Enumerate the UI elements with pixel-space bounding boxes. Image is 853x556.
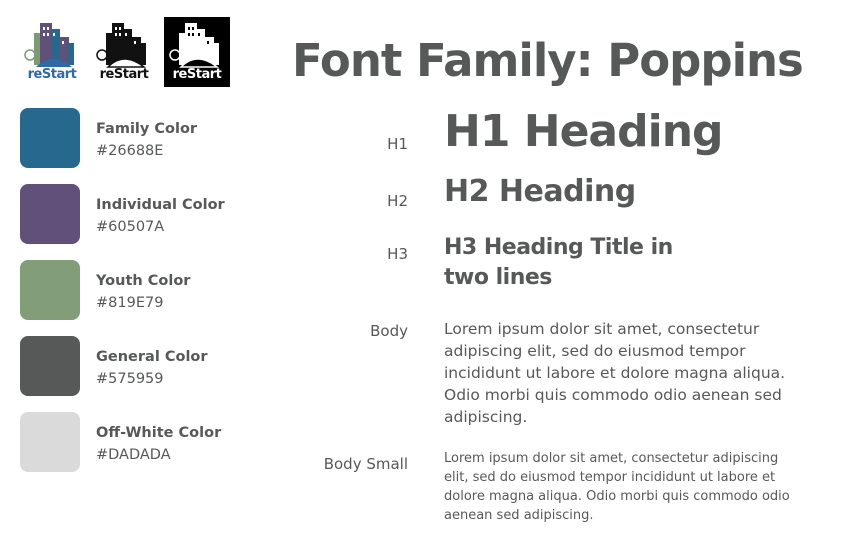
body-small-sample: Lorem ipsum dolor sit amet, consectetur … (444, 451, 790, 523)
logo-group: reStart reStart reStart (20, 17, 230, 87)
city-skyline-icon (96, 23, 147, 68)
h2-sample: H2 Heading (444, 174, 636, 209)
color-swatch (20, 184, 80, 244)
color-hex: #819E79 (96, 295, 164, 311)
body-small-label: Body Small (323, 455, 408, 473)
logo-wordmark: reStart (99, 67, 149, 82)
body-sample: Lorem ipsum dolor sit amet, consectetur … (444, 320, 786, 426)
color-individual: Individual Color #60507A (20, 184, 260, 244)
color-name: Off-White Color (96, 425, 222, 441)
h1-label: H1 (387, 135, 408, 153)
body-label: Body (370, 322, 408, 340)
color-family: Family Color #26688E (20, 108, 260, 168)
color-name: Family Color (96, 121, 198, 137)
color-hex: #DADADA (96, 447, 171, 463)
color-swatch (20, 412, 80, 472)
font-family-title: Font Family: Poppins (292, 34, 804, 87)
city-skyline-icon (24, 23, 74, 67)
color-name: General Color (96, 349, 208, 365)
color-name: Individual Color (96, 197, 225, 213)
restart-logo-color: reStart (20, 17, 84, 87)
color-name: Youth Color (96, 273, 191, 289)
logo-wordmark: reStart (172, 67, 222, 82)
color-general: General Color #575959 (20, 336, 260, 396)
h2-label: H2 (387, 192, 408, 210)
color-swatch (20, 260, 80, 320)
color-swatch (20, 108, 80, 168)
h3-sample: H3 Heading Title in two lines (444, 235, 673, 290)
h1-sample: H1 Heading (444, 106, 724, 157)
h3-label: H3 (387, 245, 408, 263)
color-off-white: Off-White Color #DADADA (20, 412, 260, 472)
restart-logo-black: reStart (92, 17, 156, 87)
color-hex: #60507A (96, 219, 165, 235)
color-hex: #575959 (96, 371, 164, 387)
city-skyline-icon (169, 23, 220, 68)
color-swatch (20, 336, 80, 396)
logo-wordmark: reStart (27, 67, 77, 82)
restart-logo-inverse: reStart (164, 17, 230, 87)
color-hex: #26688E (96, 143, 164, 159)
color-youth: Youth Color #819E79 (20, 260, 260, 320)
